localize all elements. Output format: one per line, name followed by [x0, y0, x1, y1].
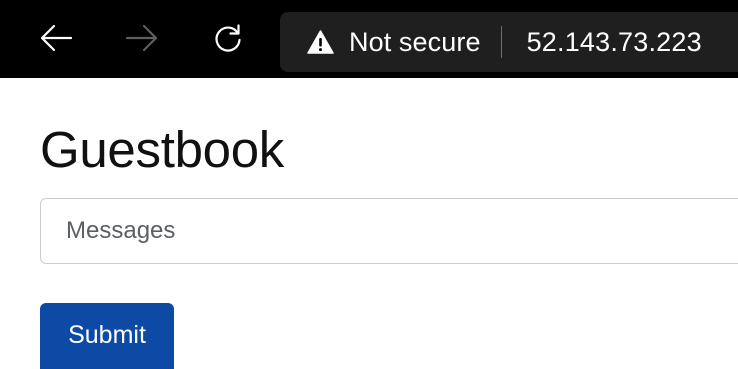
url-divider	[500, 26, 502, 58]
reload-icon	[215, 24, 241, 52]
forward-button[interactable]	[122, 18, 162, 58]
page-title: Guestbook	[40, 121, 284, 178]
back-button[interactable]	[36, 18, 76, 58]
reload-button[interactable]	[208, 18, 248, 58]
security-indicator[interactable]: Not secure	[307, 22, 481, 62]
url-text[interactable]: 52.143.73.223	[527, 27, 702, 58]
arrow-right-icon	[125, 24, 158, 52]
not-secure-label: Not secure	[349, 26, 481, 57]
address-bar[interactable]: Not secure 52.143.73.223	[280, 12, 738, 72]
message-input[interactable]	[40, 198, 738, 264]
arrow-left-icon	[40, 24, 73, 52]
warning-triangle-icon	[307, 30, 334, 54]
browser-toolbar: Not secure 52.143.73.223	[0, 0, 738, 78]
submit-button[interactable]: Submit	[40, 303, 174, 369]
